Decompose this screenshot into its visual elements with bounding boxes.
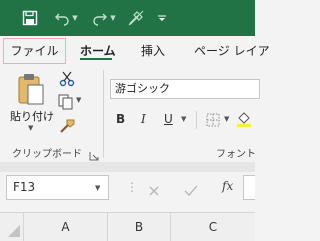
tab-page-layout[interactable]: ページ レイア <box>194 36 270 66</box>
copy-icon[interactable] <box>58 94 74 110</box>
title-bar: ▼ ▼ <box>0 0 255 36</box>
ribbon-bottom-border <box>0 162 255 172</box>
undo-icon[interactable] <box>52 8 72 28</box>
font-divider <box>196 111 197 129</box>
copy-dropdown-icon[interactable]: ▼ <box>76 96 81 104</box>
formula-input[interactable] <box>243 175 255 200</box>
redo-icon[interactable] <box>90 8 110 28</box>
name-box-dropdown-icon[interactable]: ▼ <box>95 184 100 192</box>
name-box[interactable]: F13 <box>6 175 109 200</box>
column-header-b[interactable]: B <box>108 213 171 241</box>
italic-button[interactable]: I <box>141 111 146 127</box>
paste-icon[interactable] <box>16 72 46 106</box>
format-painter-icon[interactable] <box>59 118 77 134</box>
group-divider <box>103 70 104 158</box>
insert-function-button[interactable]: fx <box>222 179 233 193</box>
active-tab-indicator <box>80 58 112 60</box>
column-header-a[interactable]: A <box>24 213 108 241</box>
redo-dropdown-icon[interactable]: ▼ <box>108 8 118 28</box>
underline-button[interactable]: U <box>164 111 173 127</box>
tab-file[interactable]: ファイル <box>3 38 66 64</box>
fill-color-icon[interactable] <box>236 110 252 128</box>
customize-qat-chevron-icon[interactable] <box>155 8 169 28</box>
paste-button[interactable]: 貼り付け <box>10 108 56 124</box>
undo-dropdown-icon[interactable]: ▼ <box>70 8 80 28</box>
font-name-box[interactable]: 游ゴシック <box>110 79 260 99</box>
font-group-label: フォント <box>216 149 256 160</box>
ribbon-tabs: ファイル ホーム 挿入 ページ レイア <box>0 36 270 66</box>
dialog-launcher-icon[interactable] <box>89 146 99 161</box>
bold-button[interactable]: B <box>116 111 125 127</box>
clipboard-group-label: クリップボード <box>12 149 82 160</box>
column-header-c[interactable]: C <box>171 213 255 241</box>
paste-dropdown-icon[interactable]: ▼ <box>28 124 33 132</box>
format-painter-disabled-icon <box>126 8 146 28</box>
enter-checkmark-icon <box>184 182 198 196</box>
column-header-row: A B C <box>0 212 255 241</box>
underline-dropdown-icon[interactable]: ▼ <box>181 115 186 123</box>
cancel-icon <box>148 182 160 196</box>
cut-icon[interactable] <box>59 71 75 87</box>
borders-dropdown-icon[interactable]: ▼ <box>224 115 229 123</box>
select-all-corner[interactable] <box>0 213 24 241</box>
formula-bar: F13 ▼ ⋮ fx <box>0 172 255 206</box>
ribbon-home: 貼り付け ▼ ▼ クリップボード 游ゴシック B I U ▼ ▼ フォント <box>0 66 260 162</box>
formula-bar-options-icon: ⋮ <box>126 180 138 194</box>
tab-home[interactable]: ホーム <box>80 36 116 66</box>
tab-insert[interactable]: 挿入 <box>141 36 165 66</box>
save-icon[interactable] <box>20 8 40 28</box>
borders-icon[interactable] <box>206 112 220 127</box>
